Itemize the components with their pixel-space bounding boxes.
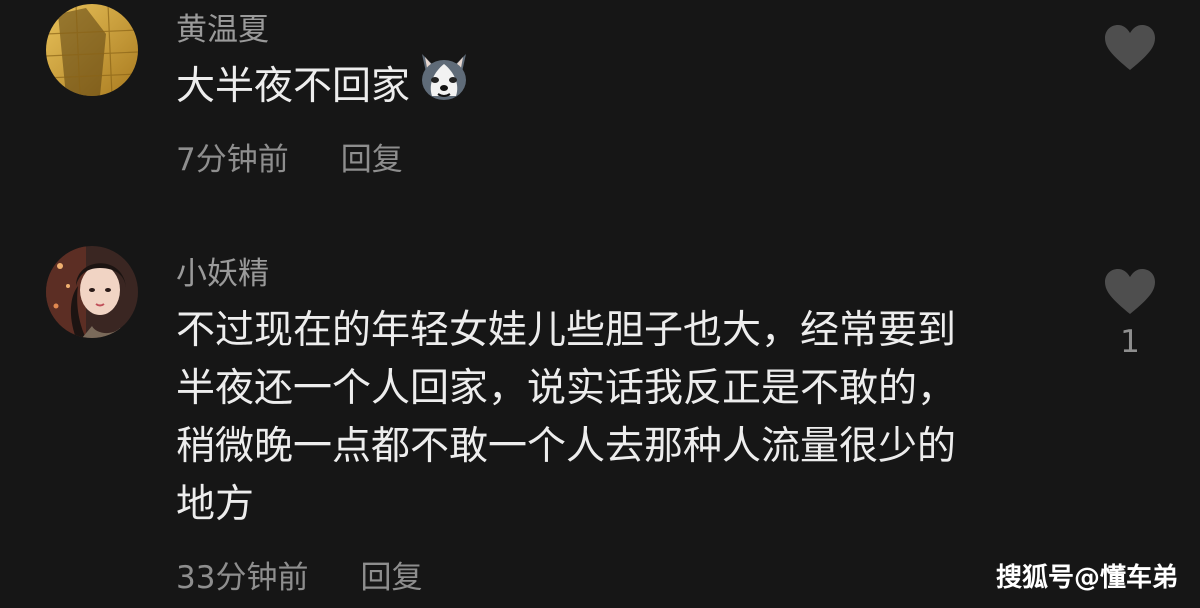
watermark: 搜狐号@懂车弟: [995, 563, 1178, 593]
like-count: 1: [1120, 324, 1140, 360]
comment-text-line: 不过现在的年轻女娃儿些胆子也大，经常要到: [176, 308, 957, 353]
like-button[interactable]: 1: [1100, 268, 1160, 360]
comment-timestamp: 33分钟前: [176, 560, 309, 596]
reply-button[interactable]: 回复: [360, 552, 422, 597]
comment-text-line: 地方: [176, 482, 255, 527]
reply-button[interactable]: 回复: [341, 134, 403, 179]
comment-timestamp: 7分钟前: [176, 142, 289, 178]
avatar-image: [46, 4, 138, 96]
avatar-image: [46, 246, 138, 338]
heart-icon: [1105, 25, 1155, 70]
comment-meta: 33分钟前 回复: [176, 552, 422, 597]
comment-text-line: 半夜还一个人回家，说实话我反正是不敢的，: [176, 366, 957, 411]
comment-username[interactable]: 小妖精: [176, 248, 269, 293]
comment-meta: 7分钟前 回复: [176, 134, 403, 179]
heart-icon: [1105, 269, 1155, 314]
comment-text-line: 稍微晚一点都不敢一个人去那种人流量很少的: [176, 424, 957, 469]
comment-text: 不过现在的年轻女娃儿些胆子也大，经常要到 半夜还一个人回家，说实话我反正是不敢的…: [176, 302, 956, 534]
avatar[interactable]: [46, 4, 138, 96]
husky-dog-face-icon: [416, 50, 472, 119]
comment-text-line: 大半夜不回家: [176, 64, 411, 109]
comment-text: 大半夜不回家: [176, 54, 472, 119]
comment-username[interactable]: 黄温夏: [176, 4, 269, 49]
like-button[interactable]: [1100, 24, 1160, 80]
avatar[interactable]: [46, 246, 138, 338]
